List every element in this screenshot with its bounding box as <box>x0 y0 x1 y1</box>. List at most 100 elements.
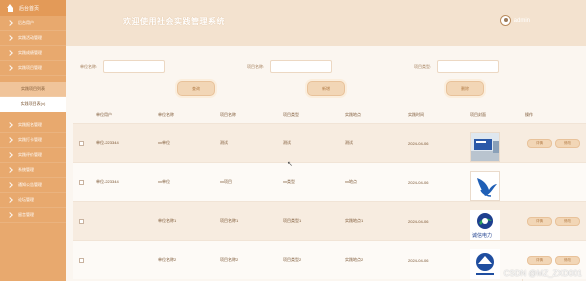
column-header: 单位名称 <box>158 112 174 117</box>
project-name-input[interactable] <box>270 60 333 73</box>
column-header: 实践地点 <box>345 112 361 117</box>
sidebar-item-notices[interactable]: 通知公告管理 <box>0 178 66 193</box>
column-header: 项目封面 <box>470 112 486 117</box>
chevron-icon <box>7 65 13 71</box>
username: admin <box>513 17 530 24</box>
cover-image <box>470 132 500 162</box>
sidebar-item-reviews[interactable]: 实践评价管理 <box>0 148 66 163</box>
search-button[interactable]: 查询 <box>177 81 215 96</box>
chevron-icon <box>7 182 13 188</box>
sidebar-item-label: 实践项目表(x) <box>20 101 46 106</box>
chevron-icon <box>7 50 13 56</box>
sidebar-item-messages[interactable]: 留言管理 <box>0 208 66 223</box>
search-bar: 单位名称: 项目名称: 项目类型: <box>80 60 580 74</box>
sidebar-item-forum[interactable]: 论坛管理 <box>0 193 66 208</box>
chevron-icon <box>7 122 13 128</box>
sidebar-item-activities[interactable]: 实践活动管理 <box>0 31 66 46</box>
sidebar-item-label: 通知公告管理 <box>18 182 42 187</box>
sidebar-item-scores[interactable]: 实践成绩管理 <box>0 46 66 61</box>
avatar <box>499 15 511 26</box>
edit-button[interactable]: 修改 <box>555 256 580 265</box>
cell-type: 测试 <box>283 140 291 145</box>
cell-user: 单位-223344 <box>96 179 119 184</box>
sidebar-item-label: 实践成绩管理 <box>18 50 42 55</box>
mouse-cursor-icon: ↖ <box>287 161 293 168</box>
edit-button[interactable]: 修改 <box>555 139 580 148</box>
sidebar-item-admin-users[interactable]: 后台用户 <box>0 16 66 31</box>
project-type-input[interactable] <box>437 60 500 73</box>
add-button[interactable]: 新增 <box>307 81 345 96</box>
column-header: 项目类型 <box>283 112 299 117</box>
detail-button[interactable]: 详情 <box>527 139 552 148</box>
user-menu[interactable]: admin <box>499 15 530 26</box>
cell-project: 项目名称1 <box>220 218 239 223</box>
cell-type: xx类型 <box>283 179 295 184</box>
cell-place: 实践地点1 <box>345 218 364 223</box>
sidebar-item-label: 系统管理 <box>18 167 34 172</box>
edit-button[interactable]: 修改 <box>555 217 580 226</box>
project-table: 单位用户 单位名称 项目名称 项目类型 实践地点 实践时间 项目封面 操作 单位… <box>73 107 586 281</box>
chevron-icon <box>7 137 13 143</box>
home-icon <box>6 4 15 12</box>
project-type-filter: 项目类型: <box>414 60 500 73</box>
table-row[interactable]: 单位名称1 项目名称1 项目类型1 实践地点1 2024-04-06 诚信电力 … <box>73 201 586 240</box>
chevron-icon <box>7 212 13 218</box>
sidebar-home[interactable]: 后台首页 <box>0 0 66 16</box>
row-checkbox[interactable] <box>79 140 84 146</box>
cell-type: 项目类型1 <box>283 218 302 223</box>
cell-type: 项目类型2 <box>283 257 302 262</box>
cell-place: 测试 <box>345 140 353 145</box>
sidebar-item-label: 留言管理 <box>18 212 34 217</box>
column-header: 项目名称 <box>220 112 236 117</box>
detail-button[interactable]: 详情 <box>527 217 552 226</box>
column-header: 单位用户 <box>96 112 112 117</box>
sidebar-item-label: 实践打卡管理 <box>18 137 42 142</box>
room-photo-icon <box>471 133 499 161</box>
sidebar-item-label: 后台用户 <box>18 20 34 25</box>
sidebar-item-system[interactable]: 系统管理 <box>0 163 66 178</box>
delete-button[interactable]: 删除 <box>446 81 484 96</box>
sidebar-menu: 后台用户 实践活动管理 实践成绩管理 实践项目管理 实践项目列表 实践项目表(x… <box>0 16 66 223</box>
project-type-label: 项目类型: <box>414 63 432 69</box>
sidebar-item-label: 实践评价管理 <box>18 152 42 157</box>
cell-project: 项目名称2 <box>220 257 239 262</box>
cover-image <box>470 249 500 279</box>
cell-date: 2024-04-06 <box>408 257 429 263</box>
unit-name-label: 单位名称: <box>80 63 98 69</box>
table-row[interactable]: 单位-223344 xx单位 测试 测试 测试 2024-04-06 详情 修改 <box>73 123 586 162</box>
sidebar-item-checkins[interactable]: 实践打卡管理 <box>0 133 66 148</box>
table-row[interactable]: 单位-223344 xx单位 xx项目 xx类型 xx地点 2024-04-06 <box>73 162 586 201</box>
sidebar-subitem-project-table[interactable]: 实践项目表(x) <box>0 97 66 112</box>
cell-place: xx地点 <box>345 179 357 184</box>
cover-image <box>470 171 500 201</box>
cell-date: 2024-04-06 <box>408 179 429 185</box>
sidebar-item-signups[interactable]: 实践报名管理 <box>0 118 66 133</box>
cell-unit: 单位名称1 <box>158 218 177 223</box>
page-title: 欢迎使用社会实践管理系统 <box>123 17 225 26</box>
unit-name-input[interactable] <box>103 60 166 73</box>
chevron-icon <box>7 20 13 26</box>
sidebar-item-label: 实践项目管理 <box>18 65 42 70</box>
cell-date: 2024-04-06 <box>408 140 429 146</box>
sidebar-home-label: 后台首页 <box>19 5 40 12</box>
header: 欢迎使用社会实践管理系统 admin <box>66 0 586 46</box>
sidebar-item-label: 实践活动管理 <box>18 35 42 40</box>
cell-date: 2024-04-06 <box>408 218 429 224</box>
watermark: CSDN @MZ_ZXD001 <box>503 269 582 278</box>
row-checkbox[interactable] <box>79 257 84 263</box>
row-checkbox[interactable] <box>79 218 84 224</box>
cell-unit: xx单位 <box>158 179 170 184</box>
row-checkbox[interactable] <box>79 179 84 185</box>
cell-user: 单位-223344 <box>96 140 119 145</box>
project-name-filter: 项目名称: <box>247 60 333 73</box>
project-name-label: 项目名称: <box>247 63 265 69</box>
detail-button[interactable]: 详情 <box>527 256 552 265</box>
cell-unit: xx单位 <box>158 140 170 145</box>
column-header: 实践时间 <box>408 112 424 117</box>
sidebar-item-label: 实践报名管理 <box>18 122 42 127</box>
cover-image: 诚信电力 <box>470 210 500 240</box>
chevron-icon <box>7 35 13 41</box>
unit-name-filter: 单位名称: <box>80 60 166 73</box>
sidebar-item-projects[interactable]: 实践项目管理 <box>0 61 66 76</box>
column-header: 操作 <box>525 112 533 117</box>
